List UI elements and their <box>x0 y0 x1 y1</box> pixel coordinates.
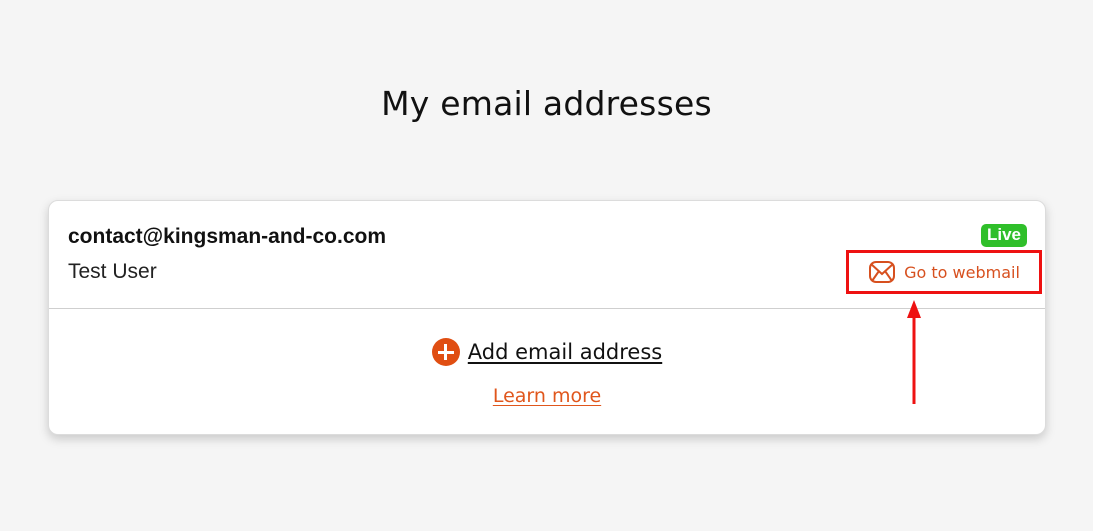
add-email-row[interactable]: Add email address <box>49 338 1045 366</box>
email-address: contact@kingsman-and-co.com <box>68 225 387 248</box>
envelope-icon <box>868 260 896 284</box>
learn-more-link[interactable]: Learn more <box>493 385 601 407</box>
email-card: contact@kingsman-and-co.com Test User Li… <box>48 200 1046 435</box>
page: My email addresses contact@kingsman-and-… <box>0 0 1093 531</box>
add-email-address-link[interactable]: Add email address <box>468 340 662 364</box>
status-badge: Live <box>980 224 1027 247</box>
webmail-label: Go to webmail <box>904 262 1020 282</box>
user-name: Test User <box>68 260 157 283</box>
learn-more-row: Learn more <box>49 385 1045 407</box>
go-to-webmail-link[interactable]: Go to webmail <box>846 250 1042 294</box>
page-title: My email addresses <box>381 84 712 123</box>
annotation-arrow-icon <box>907 300 921 404</box>
plus-circle-icon[interactable] <box>431 338 460 366</box>
mailbox-row: contact@kingsman-and-co.com Test User Li… <box>49 201 1045 309</box>
